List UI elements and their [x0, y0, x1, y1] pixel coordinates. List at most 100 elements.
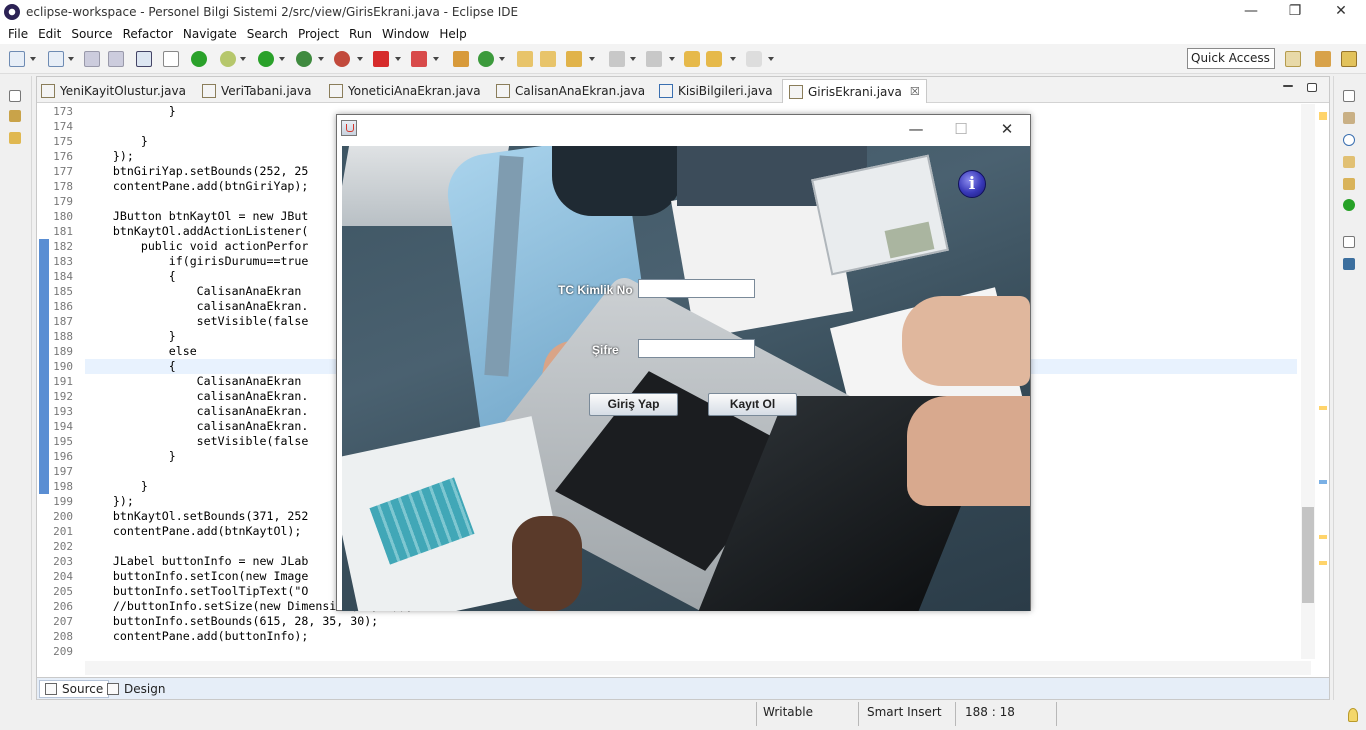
chevron-down-icon[interactable] [768, 57, 774, 61]
menu-source[interactable]: Source [71, 27, 112, 41]
dialog-close-button[interactable]: ✕ [992, 118, 1022, 142]
code-line[interactable]: JButton btnKaytOl = new JBut [85, 209, 308, 224]
vertical-scroll-thumb[interactable] [1302, 507, 1314, 603]
minimize-button[interactable]: — [1228, 0, 1274, 24]
code-line[interactable]: btnKaytOl.addActionListener( [85, 224, 308, 239]
tab-calisananaekran[interactable]: CalisanAnaEkran.java [496, 79, 645, 103]
source-tab[interactable]: Source [39, 680, 110, 698]
code-line[interactable]: { [85, 359, 176, 374]
menu-help[interactable]: Help [439, 27, 466, 41]
stop-icon[interactable] [373, 51, 389, 67]
chevron-down-icon[interactable] [499, 57, 505, 61]
code-line[interactable]: } [85, 479, 148, 494]
code-line[interactable]: } [85, 134, 148, 149]
tab-veritabani[interactable]: VeriTabani.java [202, 79, 312, 103]
warning-marker[interactable] [1319, 112, 1327, 120]
restore-button[interactable]: ❐ [1272, 0, 1318, 24]
menu-search[interactable]: Search [247, 27, 288, 41]
new-class-icon[interactable] [478, 51, 494, 67]
warning-marker[interactable] [1319, 406, 1327, 410]
package-icon[interactable] [453, 51, 469, 67]
info-icon[interactable]: i [958, 170, 986, 198]
menu-file[interactable]: File [8, 27, 28, 41]
chevron-down-icon[interactable] [279, 57, 285, 61]
servers-icon[interactable] [1343, 199, 1355, 211]
code-line[interactable]: if(girisDurumu==true [85, 254, 309, 269]
debug-icon[interactable] [220, 51, 236, 67]
menu-edit[interactable]: Edit [38, 27, 61, 41]
menu-run[interactable]: Run [349, 27, 372, 41]
skip-breakpoints-icon[interactable] [163, 51, 179, 67]
tab-kisibilgileri[interactable]: KisiBilgileri.java [659, 79, 773, 103]
menu-project[interactable]: Project [298, 27, 339, 41]
chevron-down-icon[interactable] [630, 57, 636, 61]
terminate-icon[interactable] [191, 51, 207, 67]
navigator-icon[interactable] [9, 132, 21, 144]
chevron-down-icon[interactable] [589, 57, 595, 61]
declaration-icon[interactable] [1343, 156, 1355, 168]
maximize-editor-icon[interactable] [1307, 83, 1317, 92]
close-tab-icon[interactable]: ☒ [910, 85, 920, 98]
code-line[interactable]: calisanAnaEkran. [85, 299, 309, 314]
tab-yoneticianaekran[interactable]: YoneticiAnaEkran.java [329, 79, 481, 103]
restore-view-icon[interactable] [9, 90, 21, 102]
previous-annotation-icon[interactable] [646, 51, 662, 67]
restore-view-icon[interactable] [1343, 236, 1355, 248]
warning-marker[interactable] [1319, 561, 1327, 565]
code-line[interactable]: }); [85, 149, 134, 164]
search-icon[interactable] [566, 51, 582, 67]
code-line[interactable]: JLabel buttonInfo = new JLab [85, 554, 308, 569]
code-line[interactable]: { [85, 269, 176, 284]
code-line[interactable]: setVisible(false [85, 314, 309, 329]
code-line[interactable]: public void actionPerfor [85, 239, 309, 254]
code-line[interactable]: buttonInfo.setBounds(615, 28, 35, 30); [85, 614, 378, 629]
tab-girisekrani[interactable]: GirisEkrani.java ☒ [782, 79, 927, 103]
horizontal-scrollbar[interactable] [85, 661, 1311, 675]
save-icon[interactable] [84, 51, 100, 67]
close-button[interactable]: ✕ [1318, 0, 1364, 24]
code-line[interactable]: } [85, 104, 176, 119]
javadoc-icon[interactable] [1343, 134, 1355, 146]
dialog-minimize-button[interactable]: — [901, 118, 931, 142]
sifre-input[interactable] [638, 339, 755, 358]
java-ee-perspective-icon[interactable] [1315, 51, 1331, 67]
open-task-icon[interactable] [540, 51, 556, 67]
kayit-ol-button[interactable]: Kayıt Ol [708, 393, 797, 416]
tc-kimlik-input[interactable] [638, 279, 755, 298]
menu-navigate[interactable]: Navigate [183, 27, 237, 41]
open-type-icon[interactable] [517, 51, 533, 67]
chevron-down-icon[interactable] [30, 57, 36, 61]
next-annotation-icon[interactable] [609, 51, 625, 67]
tip-bulb-icon[interactable] [1348, 708, 1358, 722]
design-tab[interactable]: Design [102, 680, 170, 698]
chevron-down-icon[interactable] [68, 57, 74, 61]
chevron-down-icon[interactable] [395, 57, 401, 61]
code-line[interactable]: contentPane.add(btnGiriYap); [85, 179, 308, 194]
console-icon[interactable] [136, 51, 152, 67]
tab-yenikayitolustur[interactable]: YeniKayitOlustur.java [41, 79, 186, 103]
code-line[interactable]: calisanAnaEkran. [85, 419, 309, 434]
code-line[interactable]: CalisanAnaEkran [85, 284, 302, 299]
code-line[interactable]: contentPane.add(buttonInfo); [85, 629, 308, 644]
dialog-maximize-button[interactable]: ☐ [946, 118, 976, 142]
chevron-down-icon[interactable] [669, 57, 675, 61]
code-line[interactable]: buttonInfo.setToolTipText("O [85, 584, 308, 599]
chevron-down-icon[interactable] [730, 57, 736, 61]
coverage-icon[interactable] [296, 51, 312, 67]
console-view-icon[interactable] [1343, 258, 1355, 270]
change-marker[interactable] [1319, 480, 1327, 484]
menu-window[interactable]: Window [382, 27, 429, 41]
code-line[interactable]: setVisible(false [85, 434, 309, 449]
chevron-down-icon[interactable] [357, 57, 363, 61]
code-line[interactable]: CalisanAnaEkran [85, 374, 302, 389]
quick-access-field[interactable]: Quick Access [1187, 48, 1275, 69]
code-line[interactable]: else [85, 344, 197, 359]
last-edit-icon[interactable] [684, 51, 700, 67]
run-icon[interactable] [258, 51, 274, 67]
giris-yap-button[interactable]: Giriş Yap [589, 393, 678, 416]
chevron-down-icon[interactable] [433, 57, 439, 61]
java-perspective-icon[interactable] [1341, 51, 1357, 67]
server-icon[interactable] [411, 51, 427, 67]
external-tools-icon[interactable] [334, 51, 350, 67]
open-perspective-icon[interactable] [1285, 51, 1301, 67]
